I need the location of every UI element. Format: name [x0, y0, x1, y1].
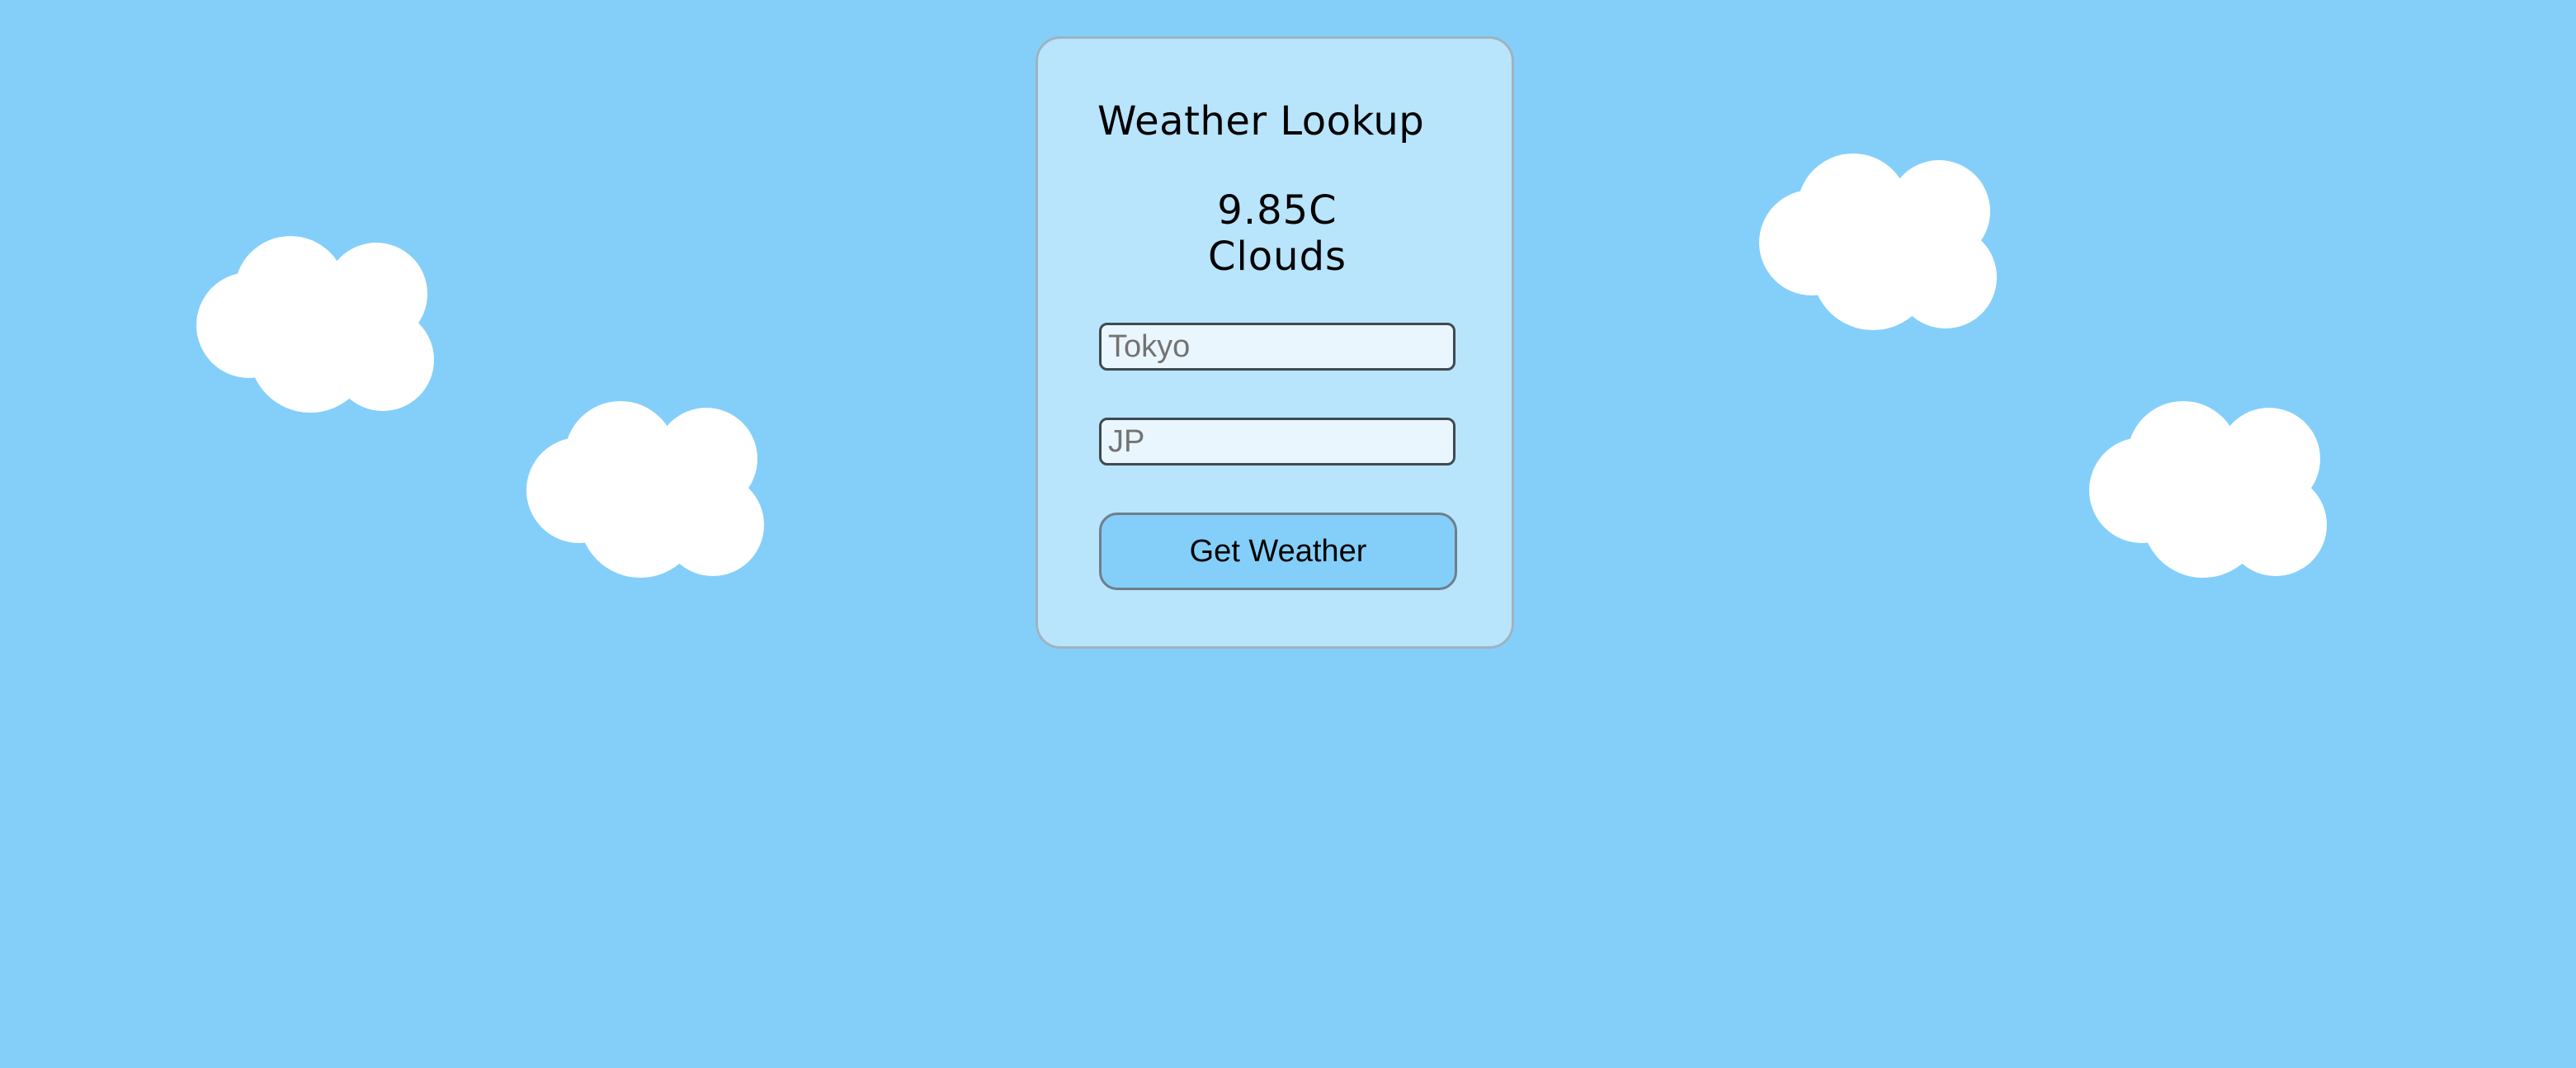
cloud-decoration	[526, 401, 764, 591]
weather-card: Weather Lookup 9.85C Clouds Get Weather	[1036, 36, 1514, 649]
get-weather-button[interactable]: Get Weather	[1099, 513, 1457, 590]
cloud-decoration	[196, 236, 434, 426]
weather-condition: Clouds	[1207, 234, 1347, 280]
sky-background: Weather Lookup 9.85C Clouds Get Weather	[0, 0, 2576, 1068]
temperature-value: 9.85C	[1217, 187, 1338, 234]
card-title: Weather Lookup	[1097, 98, 1425, 144]
country-input[interactable]	[1099, 418, 1455, 465]
cloud-decoration	[1759, 154, 1997, 343]
weather-result: 9.85C Clouds	[1038, 187, 1517, 280]
city-input[interactable]	[1099, 323, 1455, 371]
cloud-decoration	[2089, 401, 2327, 591]
